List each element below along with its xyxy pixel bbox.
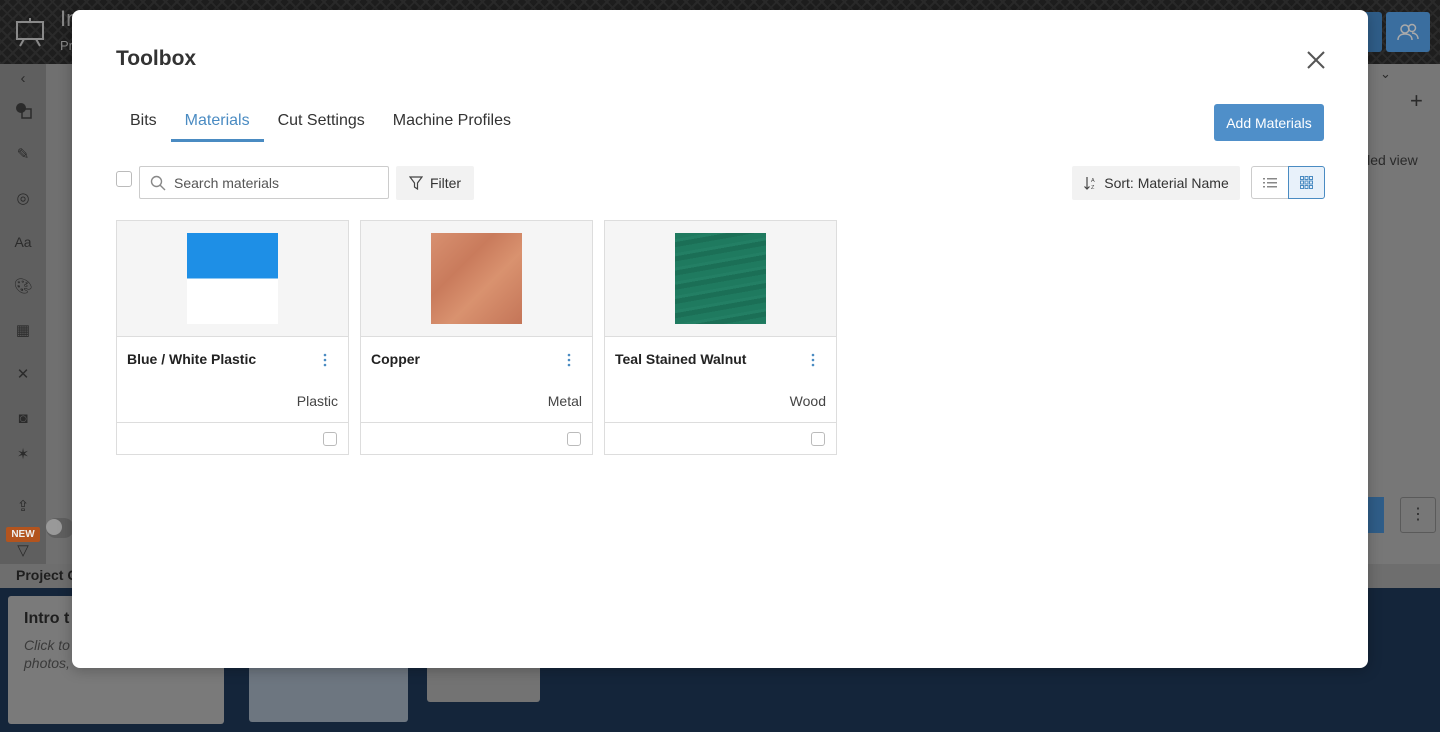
select-all-checkbox[interactable] <box>116 171 132 187</box>
material-card[interactable]: Teal Stained Walnut Wood <box>604 220 837 455</box>
add-materials-button[interactable]: Add Materials <box>1214 104 1324 141</box>
project-thumbnail[interactable] <box>249 660 408 722</box>
zoom-slider-knob[interactable] <box>46 519 62 535</box>
collaborators-button[interactable] <box>1386 12 1430 52</box>
material-image-area <box>117 221 348 337</box>
material-card-footer <box>361 423 592 455</box>
material-type: Metal <box>547 393 582 409</box>
sort-label: Sort: Material Name <box>1104 175 1229 191</box>
material-card-footer <box>605 423 836 455</box>
svg-text:Z: Z <box>1091 185 1095 190</box>
tab-machine-profiles[interactable]: Machine Profiles <box>379 106 525 142</box>
palette-icon[interactable]: 🎨︎ <box>11 274 35 298</box>
users-icon <box>1397 23 1419 41</box>
view-toggle <box>1251 166 1325 199</box>
material-checkbox[interactable] <box>567 432 581 446</box>
material-name: Copper <box>371 351 420 367</box>
upload-icon[interactable]: ⇪ <box>11 494 35 518</box>
kebab-menu-icon[interactable] <box>318 351 332 369</box>
material-swatch <box>431 233 522 324</box>
target-icon[interactable]: ◎ <box>11 186 35 210</box>
material-name: Blue / White Plastic <box>127 351 257 367</box>
shapes-icon[interactable] <box>11 98 35 122</box>
ruler-icon[interactable]: ▦ <box>11 318 35 342</box>
svg-text:A: A <box>1091 178 1095 184</box>
text-icon[interactable]: Aa <box>11 230 35 254</box>
kebab-menu-icon[interactable] <box>806 351 820 369</box>
material-info: Copper Metal <box>361 337 592 423</box>
tab-bits[interactable]: Bits <box>116 106 171 142</box>
material-checkbox[interactable] <box>811 432 825 446</box>
sort-icon: AZ <box>1084 177 1095 190</box>
material-info: Teal Stained Walnut Wood <box>605 337 836 423</box>
detailed-view-link[interactable]: iled view <box>1364 152 1418 168</box>
filter-icon <box>408 176 423 190</box>
pen-icon[interactable]: ✎ <box>11 142 35 166</box>
material-card[interactable]: Copper Metal <box>360 220 593 455</box>
collapse-left-icon[interactable]: ‹ <box>11 66 35 90</box>
plus-icon[interactable]: + <box>1410 88 1423 114</box>
material-card-footer <box>117 423 348 455</box>
grid-icon <box>1300 176 1313 189</box>
material-info: Blue / White Plastic Plastic <box>117 337 348 423</box>
search-icon <box>150 175 166 190</box>
sort-button[interactable]: AZ Sort: Material Name <box>1072 166 1240 200</box>
search-box <box>139 166 389 199</box>
material-type: Wood <box>789 393 826 409</box>
toolbox-tabs: Bits Materials Cut Settings Machine Prof… <box>116 106 525 142</box>
intro-card-subtitle: Click to photos, <box>24 637 70 671</box>
close-icon[interactable] <box>1304 48 1328 72</box>
search-input[interactable] <box>174 174 374 191</box>
magic-wand-icon[interactable]: ✶ <box>11 442 35 466</box>
easel-logo-icon <box>14 16 46 48</box>
more-options-button[interactable]: ⋮ <box>1400 497 1436 533</box>
tab-cut-settings[interactable]: Cut Settings <box>264 106 379 142</box>
tools-icon[interactable]: ✕ <box>11 362 35 386</box>
toolbox-modal: Toolbox Bits Materials Cut Settings Mach… <box>72 10 1368 668</box>
camera-icon[interactable]: ◙ <box>11 406 35 430</box>
grid-view-button[interactable] <box>1288 166 1325 199</box>
material-type: Plastic <box>296 393 338 409</box>
tool-sidebar: ‹ ✎ ◎ Aa 🎨︎ ▦ ✕ ◙ ✶ NEW ⇪ ▽ <box>0 64 46 564</box>
project-label: Project C <box>16 567 78 583</box>
filter-label: Filter <box>429 175 462 191</box>
chevron-down-icon[interactable]: ⌄ <box>1380 66 1391 82</box>
material-swatch <box>675 233 766 324</box>
list-icon <box>1263 177 1277 187</box>
intro-card-title: Intro t <box>24 610 70 627</box>
material-name: Teal Stained Walnut <box>615 351 747 367</box>
kebab-menu-icon[interactable] <box>562 351 576 369</box>
material-image-area <box>361 221 592 337</box>
material-image-area <box>605 221 836 337</box>
materials-grid: Blue / White Plastic Plastic Copper Meta… <box>116 220 837 455</box>
modal-title: Toolbox <box>116 47 197 70</box>
material-swatch <box>187 233 278 324</box>
tab-materials[interactable]: Materials <box>170 106 264 142</box>
material-checkbox[interactable] <box>323 432 337 446</box>
list-view-button[interactable] <box>1251 166 1288 199</box>
filter-button[interactable]: Filter <box>396 166 474 200</box>
funnel-icon[interactable]: ▽ <box>11 538 35 562</box>
material-card[interactable]: Blue / White Plastic Plastic <box>116 220 349 455</box>
